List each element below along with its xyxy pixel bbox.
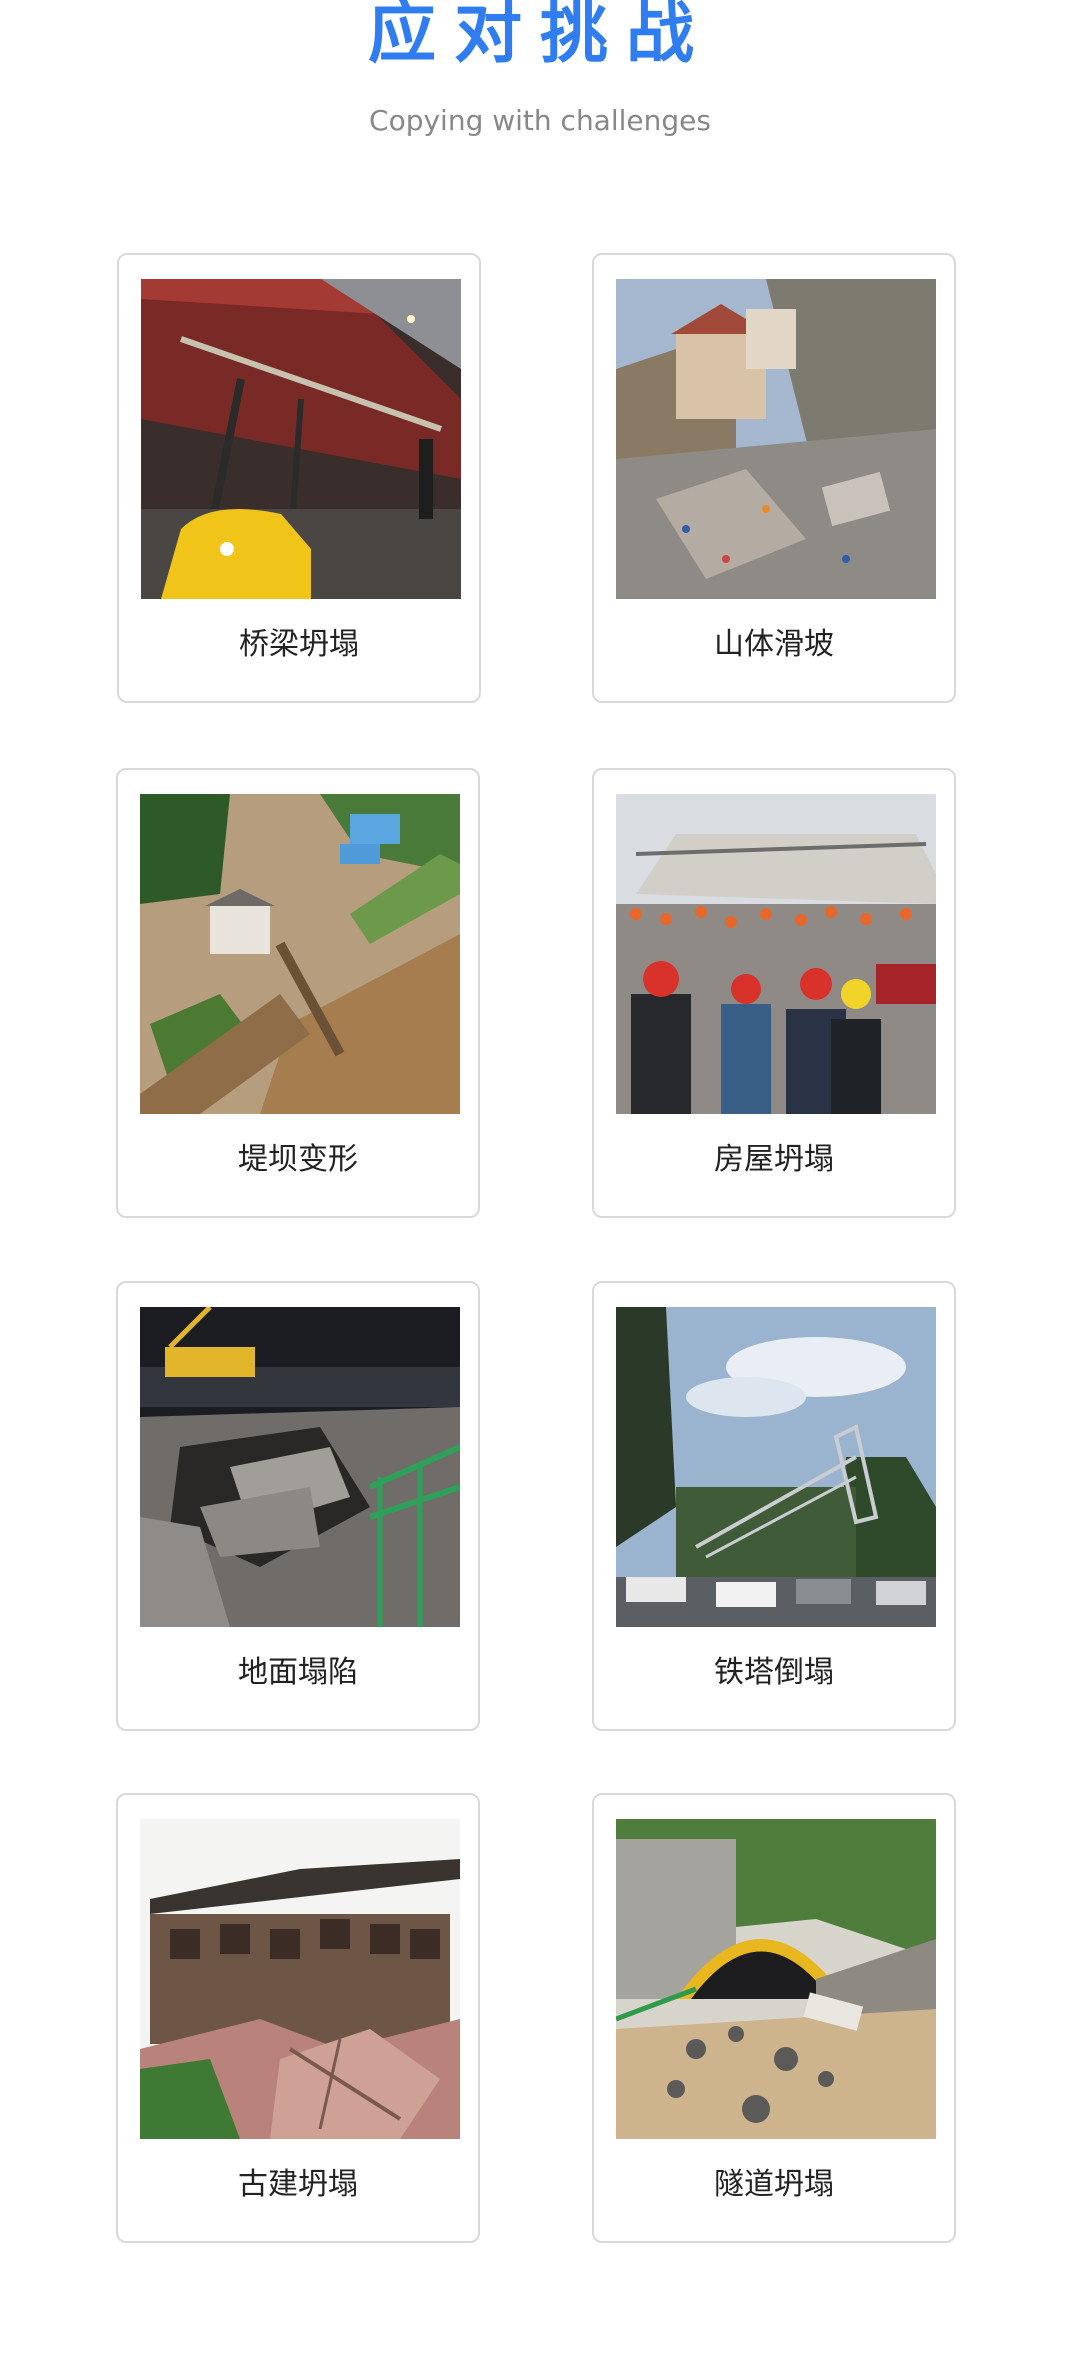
card-label: 古建坍塌 <box>238 2167 358 2202</box>
challenge-card-bridge-collapse[interactable]: 桥梁坍塌 <box>117 253 481 703</box>
house-collapse-photo <box>616 794 936 1114</box>
ancient-building-collapse-photo <box>140 1819 460 2139</box>
challenge-card-dam-deformation[interactable]: 堤坝变形 <box>116 768 480 1218</box>
challenge-card-tower-collapse[interactable]: 铁塔倒塌 <box>592 1281 956 1731</box>
landslide-photo <box>616 279 936 599</box>
bridge-collapse-photo <box>141 279 461 599</box>
page-subtitle: Copying with challenges <box>369 104 711 137</box>
card-label: 堤坝变形 <box>238 1142 358 1177</box>
card-label: 地面塌陷 <box>238 1655 358 1690</box>
challenge-card-ground-subsidence[interactable]: 地面塌陷 <box>116 1281 480 1731</box>
page-title: 应对挑战 <box>367 0 712 73</box>
tunnel-collapse-photo <box>616 1819 936 2139</box>
card-label: 桥梁坍塌 <box>239 627 359 662</box>
challenge-card-tunnel-collapse[interactable]: 隧道坍塌 <box>592 1793 956 2243</box>
card-label: 铁塔倒塌 <box>714 1655 834 1690</box>
dam-deformation-photo <box>140 794 460 1114</box>
card-label: 房屋坍塌 <box>714 1142 834 1177</box>
card-label: 山体滑坡 <box>714 627 834 662</box>
challenge-card-landslide[interactable]: 山体滑坡 <box>592 253 956 703</box>
ground-subsidence-photo <box>140 1307 460 1627</box>
tower-collapse-photo <box>616 1307 936 1627</box>
challenge-card-house-collapse[interactable]: 房屋坍塌 <box>592 768 956 1218</box>
card-label: 隧道坍塌 <box>714 2167 834 2202</box>
challenge-card-ancient-building-collapse[interactable]: 古建坍塌 <box>116 1793 480 2243</box>
